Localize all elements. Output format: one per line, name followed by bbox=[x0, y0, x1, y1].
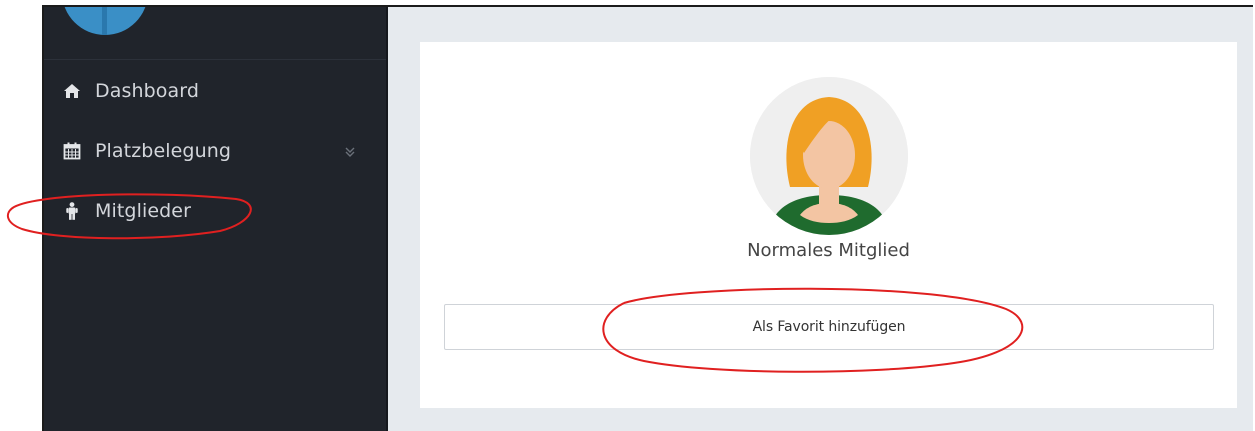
main-content: Normales Mitglied Als Favorit hinzufügen bbox=[388, 7, 1253, 431]
sidebar-item-label: Platzbelegung bbox=[95, 140, 232, 162]
app-window: Dashboard Platzbelegung Mitglieder Norma… bbox=[42, 5, 1253, 431]
logo-icon bbox=[62, 7, 148, 35]
sidebar-item-dashboard[interactable]: Dashboard bbox=[44, 69, 388, 113]
double-chevron-down-icon bbox=[344, 144, 356, 158]
sidebar-item-mitglieder[interactable]: Mitglieder bbox=[44, 189, 388, 233]
female-avatar-icon bbox=[750, 77, 908, 235]
sidebar-divider bbox=[44, 59, 386, 60]
sidebar: Dashboard Platzbelegung Mitglieder bbox=[44, 7, 388, 431]
sidebar-item-label: Mitglieder bbox=[95, 200, 191, 222]
sidebar-item-label: Dashboard bbox=[95, 80, 199, 102]
add-favorite-label: Als Favorit hinzufügen bbox=[752, 319, 906, 335]
add-favorite-button[interactable]: Als Favorit hinzufügen bbox=[444, 304, 1214, 350]
sidebar-item-platzbelegung[interactable]: Platzbelegung bbox=[44, 129, 388, 173]
person-icon bbox=[63, 202, 81, 220]
member-name: Normales Mitglied bbox=[747, 240, 910, 261]
member-card: Normales Mitglied Als Favorit hinzufügen bbox=[420, 42, 1237, 408]
home-icon bbox=[63, 82, 81, 100]
calendar-icon bbox=[63, 142, 81, 160]
